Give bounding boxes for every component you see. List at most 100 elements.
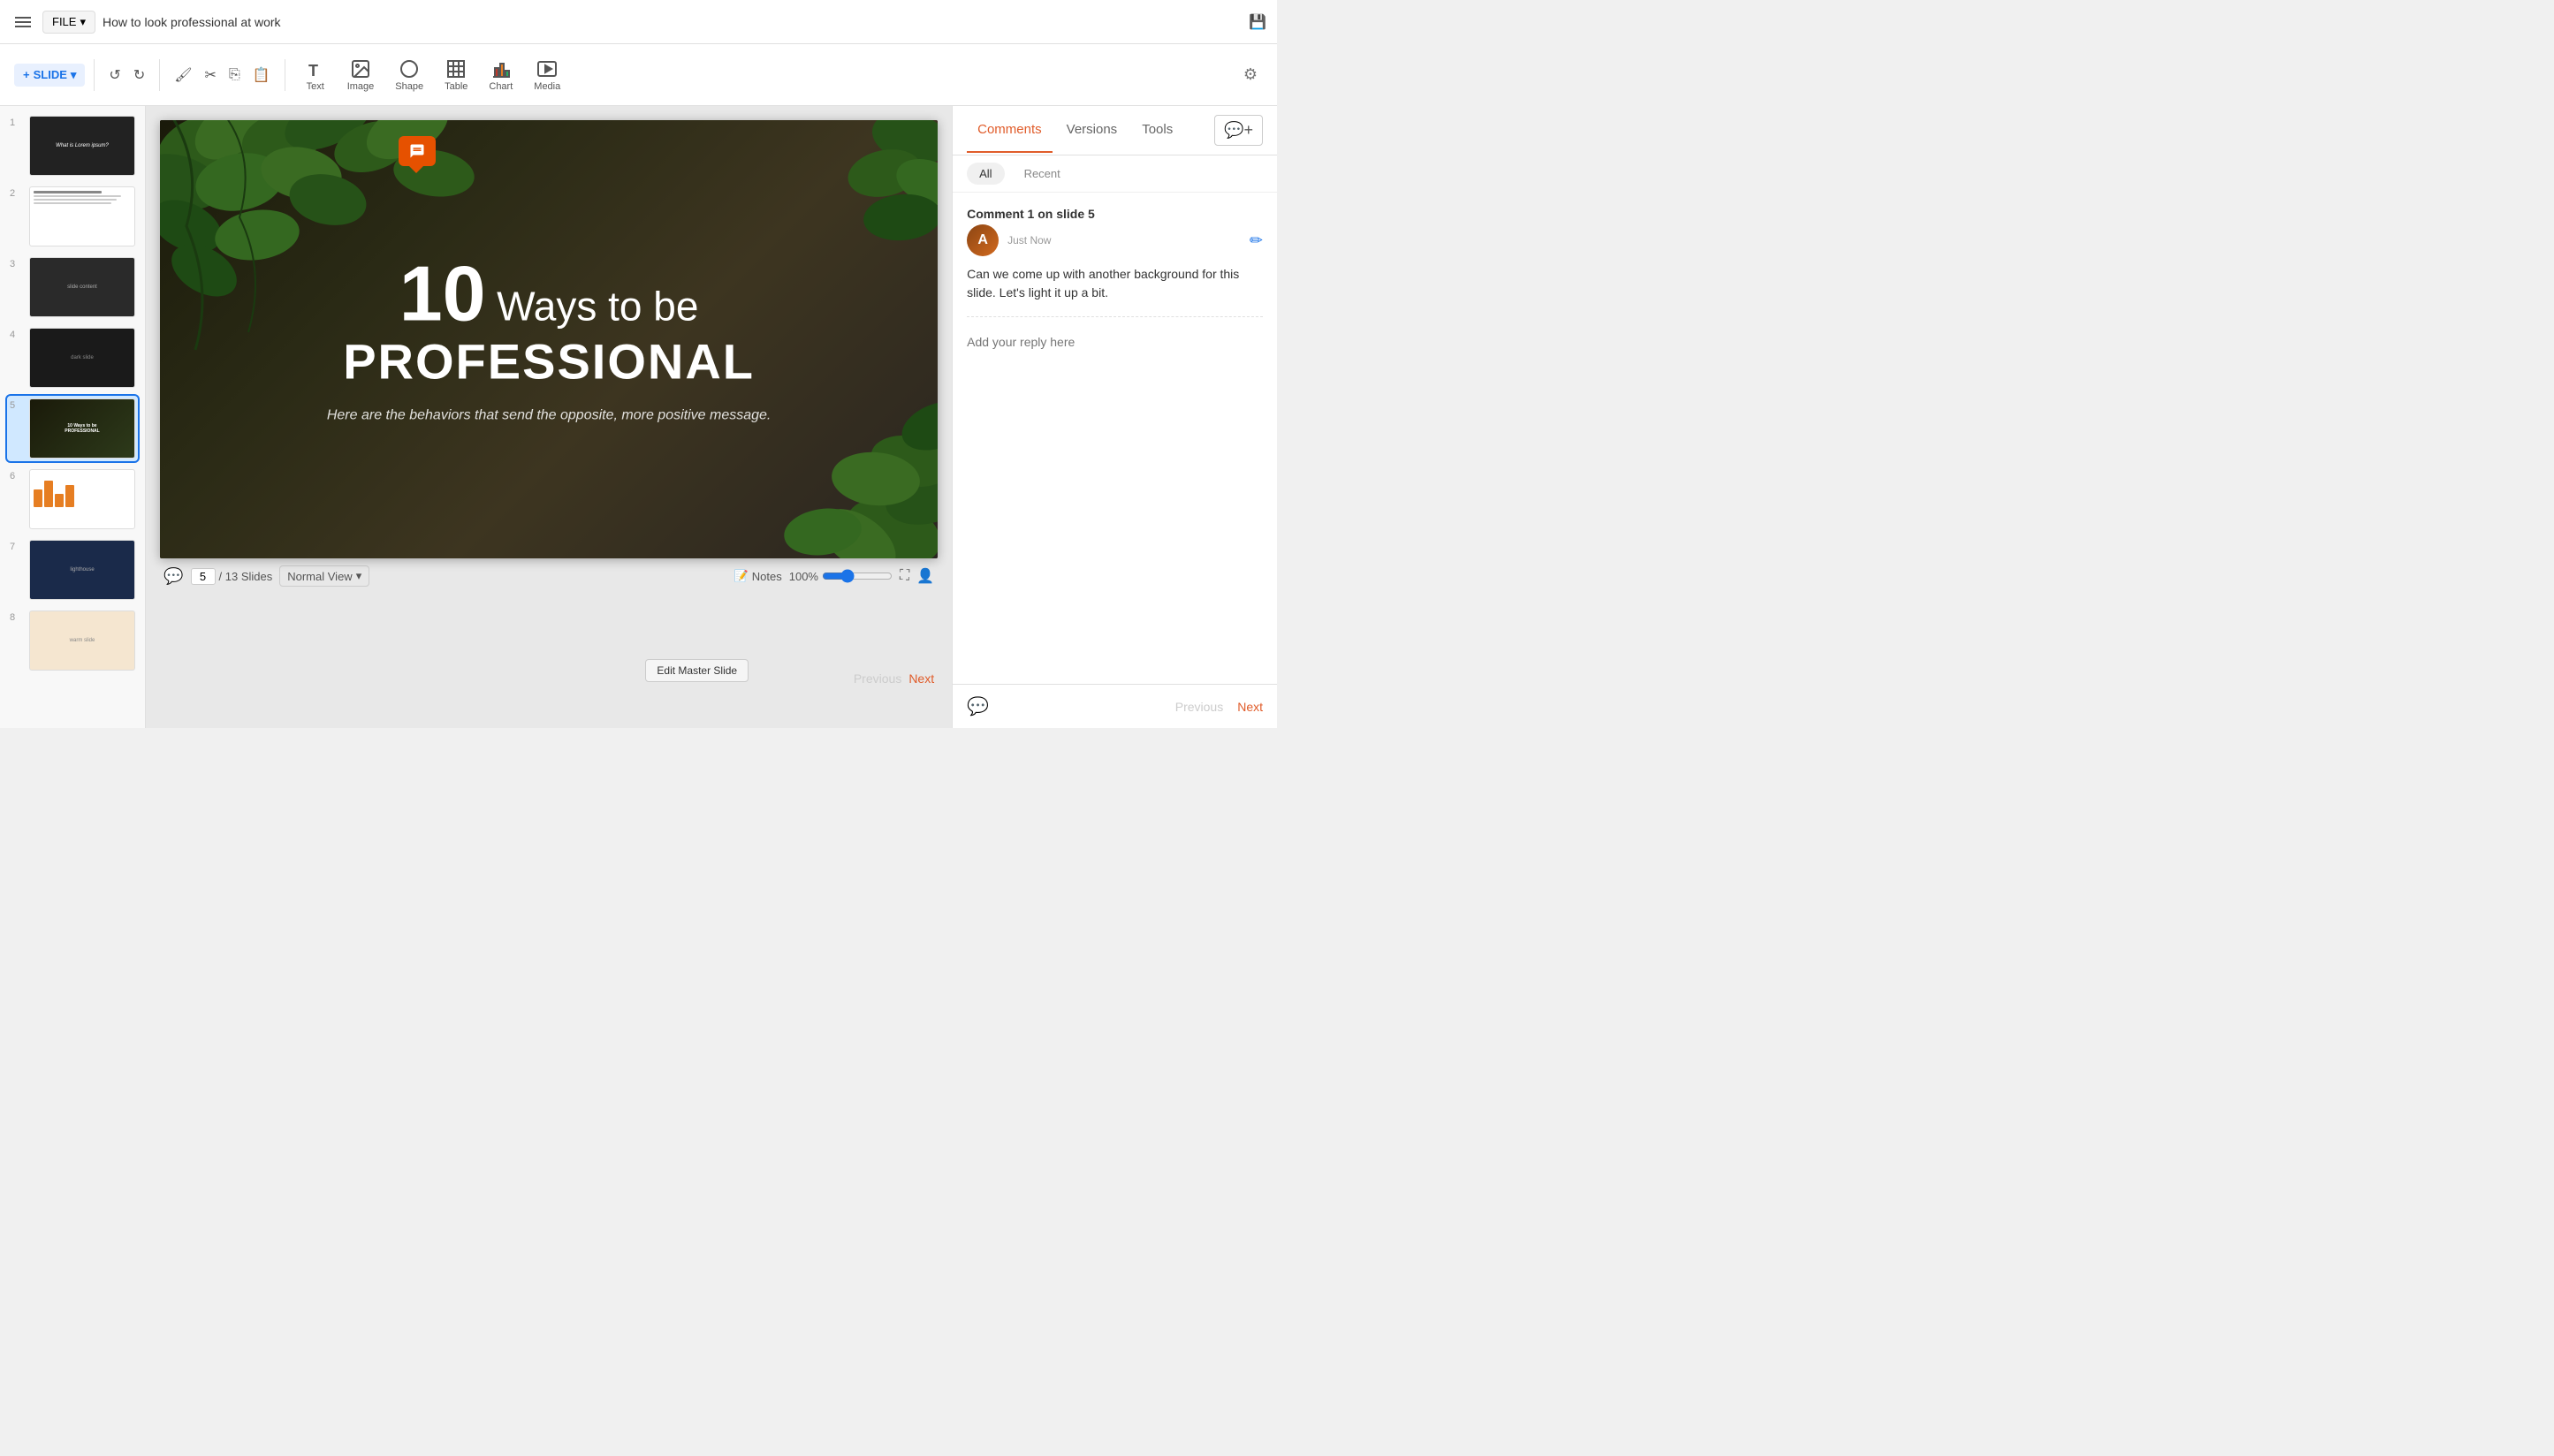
panel-tabs: Comments Versions Tools 💬+ xyxy=(953,106,1277,155)
image-tool[interactable]: Image xyxy=(337,53,385,97)
comment-user-time: Just Now xyxy=(1007,234,1250,246)
text-tool[interactable]: T Text xyxy=(294,53,337,97)
view-selector-button[interactable]: Normal View ▾ xyxy=(279,565,369,587)
slide-num-8: 8 xyxy=(10,610,24,623)
bottom-bar: 💬 / 13 Slides Normal View ▾ 📝 Notes 100% xyxy=(160,565,938,587)
slide-num-6: 6 xyxy=(10,469,24,482)
number-10: 10 xyxy=(399,250,486,337)
versions-tab[interactable]: Versions xyxy=(1056,108,1129,153)
fullscreen-button[interactable]: 👤 xyxy=(916,567,934,585)
slide-main-content: 10 Ways to be PROFESSIONAL Here are the … xyxy=(238,255,860,424)
comment-divider xyxy=(967,316,1263,317)
edit-comment-button[interactable]: ✏ xyxy=(1250,231,1263,250)
scissors-button[interactable]: ✂ xyxy=(200,61,222,89)
undo-button[interactable]: ↺ xyxy=(103,61,125,89)
view-label: Normal View xyxy=(287,570,352,583)
panel-chat-icon: 💬 xyxy=(967,697,989,717)
insert-section: T Text Image Shape Table Chart Media xyxy=(294,53,572,97)
notes-icon: 📝 xyxy=(734,569,749,583)
copy-button[interactable]: ⎘ xyxy=(224,62,246,88)
chat-button[interactable]: 💬 xyxy=(163,567,183,586)
slide-preview-1: What is Lorem ipsum? xyxy=(29,116,135,176)
total-slides-label: / 13 Slides xyxy=(219,570,273,583)
slide-dropdown-icon: ▾ xyxy=(71,68,77,82)
slide-preview-6 xyxy=(29,469,135,529)
slide-thumb-8[interactable]: 8 warm slide xyxy=(7,608,138,673)
previous-button[interactable]: Previous xyxy=(854,671,901,686)
slide-preview-7: lighthouse xyxy=(29,540,135,600)
save-icon[interactable]: 💾 xyxy=(1249,13,1266,31)
avatar-image: A xyxy=(967,224,999,256)
fit-screen-button[interactable]: ⛶ xyxy=(900,568,909,584)
view-dropdown-icon: ▾ xyxy=(356,569,362,583)
slides-panel: 1 What is Lorem ipsum? 2 3 slide content… xyxy=(0,106,146,728)
add-slide-button[interactable]: + SLIDE ▾ xyxy=(14,64,85,87)
slide-navigation: Previous Next xyxy=(854,671,934,686)
bottom-left: 💬 / 13 Slides Normal View ▾ xyxy=(163,565,369,587)
slide-btn-label: SLIDE xyxy=(34,68,67,81)
file-dropdown-icon: ▾ xyxy=(80,15,86,29)
panel-navigation: Previous Next xyxy=(1175,700,1263,714)
media-tool-label: Media xyxy=(534,81,560,92)
slide-preview-5: 10 Ways to bePROFESSIONAL xyxy=(29,398,135,459)
canvas-area: 10 Ways to be PROFESSIONAL Here are the … xyxy=(146,106,952,728)
zoom-percentage: 100% xyxy=(789,570,818,583)
main-area: 1 What is Lorem ipsum? 2 3 slide content… xyxy=(0,106,1277,728)
slide-counter: / 13 Slides xyxy=(191,568,273,585)
reply-input[interactable] xyxy=(967,331,1263,353)
slide-preview-8: warm slide xyxy=(29,610,135,671)
panel-previous-button[interactable]: Previous xyxy=(1175,700,1223,714)
zoom-slider[interactable] xyxy=(822,569,893,583)
comment-body: Can we come up with another background f… xyxy=(967,265,1263,302)
apps-icon[interactable] xyxy=(11,10,35,34)
slide-num-2: 2 xyxy=(10,186,24,199)
slide-thumb-2[interactable]: 2 xyxy=(7,184,138,249)
slide-thumb-4[interactable]: 4 dark slide xyxy=(7,325,138,391)
file-menu-button[interactable]: FILE ▾ xyxy=(42,11,95,34)
edit-master-button[interactable]: Edit Master Slide xyxy=(645,659,749,682)
paste-button[interactable]: 📋 xyxy=(247,61,276,89)
slide-preview-4: dark slide xyxy=(29,328,135,388)
slide-thumb-6[interactable]: 6 xyxy=(7,466,138,532)
history-section: ↺ ↻ xyxy=(103,61,150,89)
slide-canvas[interactable]: 10 Ways to be PROFESSIONAL Here are the … xyxy=(160,120,938,558)
shape-tool-label: Shape xyxy=(395,81,423,92)
shape-tool[interactable]: Shape xyxy=(384,53,434,97)
next-button[interactable]: Next xyxy=(908,671,934,686)
slide-thumb-7[interactable]: 7 lighthouse xyxy=(7,537,138,603)
slide-number-input[interactable] xyxy=(191,568,216,585)
slide-thumb-1[interactable]: 1 What is Lorem ipsum? xyxy=(7,113,138,178)
redo-button[interactable]: ↻ xyxy=(128,61,150,89)
notes-button[interactable]: 📝 Notes xyxy=(734,569,782,583)
slide-thumb-3[interactable]: 3 slide content xyxy=(7,254,138,320)
professional-text: PROFESSIONAL xyxy=(238,333,860,391)
add-comment-action: 💬+ xyxy=(1214,115,1263,146)
add-comment-icon: 💬+ xyxy=(1224,121,1253,140)
comment-bubble[interactable] xyxy=(399,136,436,166)
svg-text:T: T xyxy=(308,62,318,80)
plus-icon: + xyxy=(23,68,30,81)
bottom-right: 📝 Notes 100% ⛶ 👤 xyxy=(734,567,935,585)
slide-thumb-5[interactable]: 5 10 Ways to bePROFESSIONAL xyxy=(7,396,138,461)
slide-preview-3: slide content xyxy=(29,257,135,317)
settings-button[interactable]: ⚙ xyxy=(1238,60,1263,89)
slide-num-1: 1 xyxy=(10,116,24,128)
panel-next-button[interactable]: Next xyxy=(1237,700,1263,714)
subtitle-text: Here are the behaviors that send the opp… xyxy=(238,408,860,424)
comments-tab[interactable]: Comments xyxy=(967,108,1053,153)
file-label: FILE xyxy=(52,15,76,28)
paint-format-button[interactable]: 🖌 xyxy=(169,61,197,89)
media-tool[interactable]: Media xyxy=(523,53,571,97)
image-tool-label: Image xyxy=(347,81,375,92)
panel-bottom: 💬 Previous Next xyxy=(953,684,1277,728)
filter-all-button[interactable]: All xyxy=(967,163,1004,185)
ways-text: Ways to be xyxy=(497,284,698,330)
toolbar-divider-2 xyxy=(159,59,160,91)
filter-recent-button[interactable]: Recent xyxy=(1012,163,1073,185)
add-comment-button[interactable]: 💬+ xyxy=(1214,115,1263,146)
headline: 10 Ways to be xyxy=(238,255,860,333)
table-tool[interactable]: Table xyxy=(434,53,478,97)
tools-tab[interactable]: Tools xyxy=(1131,108,1183,153)
chart-tool[interactable]: Chart xyxy=(478,53,523,97)
panel-chat-button[interactable]: 💬 xyxy=(967,695,989,717)
